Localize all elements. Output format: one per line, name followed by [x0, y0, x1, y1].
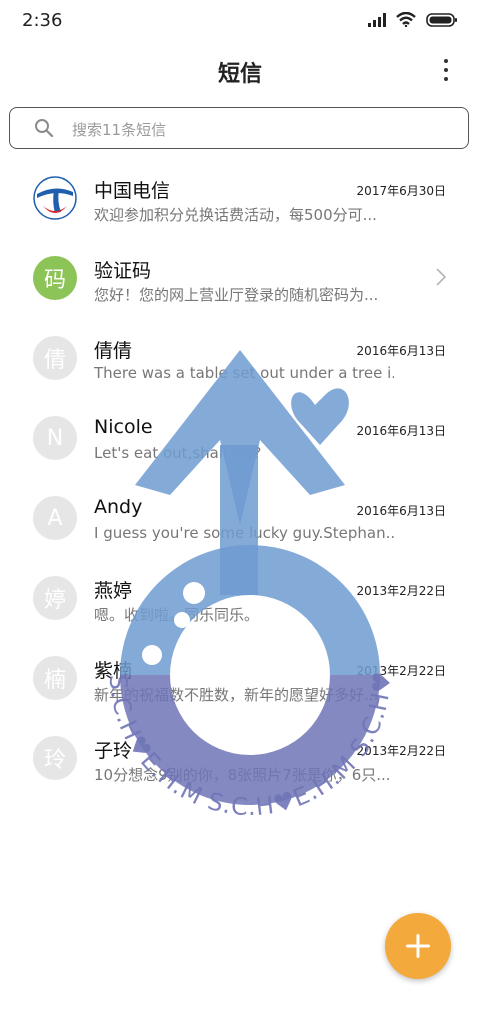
status-time: 2:36 — [22, 10, 63, 31]
conversation-item[interactable]: 中国电信 欢迎参加积分兑换话费活动，每500分可... 2017年6月30日 — [0, 160, 480, 240]
contact-name: 验证码 — [94, 260, 152, 282]
wifi-icon — [396, 12, 416, 27]
china-telecom-logo-icon — [33, 176, 77, 220]
avatar: 倩 — [33, 336, 77, 380]
conversation-item[interactable]: 玲 子玲 10分想念9别的你，8张照片7张是你，6只... 2013年2月22日 — [0, 720, 480, 800]
contact-name: Andy — [94, 496, 143, 518]
chevron-right-icon — [436, 268, 446, 286]
new-message-button[interactable] — [385, 913, 451, 979]
more-dot-icon — [444, 68, 448, 72]
contact-name: 子玲 — [94, 740, 133, 762]
message-date: 2017年6月30日 — [356, 184, 446, 198]
message-preview: 您好！您的网上营业厅登录的随机密码为... — [94, 286, 379, 304]
conversation-item[interactable]: N Nicole Let's eat out,shall we? 2016年6月… — [0, 400, 480, 480]
title-bar: 短信 — [0, 44, 480, 100]
more-dot-icon — [444, 59, 448, 63]
contact-name: 中国电信 — [94, 180, 171, 202]
conversation-item[interactable]: 码 验证码 您好！您的网上营业厅登录的随机密码为... — [0, 240, 480, 320]
message-preview: 嗯。收到啦。同乐同乐。 — [94, 606, 260, 624]
message-date: 2013年2月22日 — [356, 664, 446, 678]
more-options-button[interactable] — [436, 54, 456, 86]
message-date: 2013年2月22日 — [356, 744, 446, 758]
message-date: 2016年6月13日 — [356, 504, 446, 518]
plus-icon — [406, 934, 430, 958]
contact-name: Nicole — [94, 416, 153, 438]
conversation-item[interactable]: 倩 倩倩 There was a table set out under a t… — [0, 320, 480, 400]
conversation-item[interactable]: A Andy I guess you're some lucky guy.Ste… — [0, 480, 480, 560]
message-preview: 10分想念9别的你，8张照片7张是你，6只... — [94, 766, 391, 784]
page-title: 短信 — [217, 62, 262, 87]
avatar: 码 — [33, 256, 77, 300]
battery-icon — [426, 12, 457, 27]
avatar: N — [33, 416, 77, 460]
status-icons — [368, 12, 458, 27]
cellular-signal-icon — [368, 12, 386, 27]
avatar: 楠 — [33, 656, 77, 700]
avatar: 玲 — [33, 736, 77, 780]
message-preview: 新年的祝福数不胜数，新年的愿望好多好... — [94, 686, 379, 704]
avatar: A — [33, 496, 77, 540]
contact-name: 燕婷 — [94, 580, 133, 602]
conversation-item[interactable]: 楠 紫楠 新年的祝福数不胜数，新年的愿望好多好... 2013年2月22日 — [0, 640, 480, 720]
status-bar: 2:36 — [0, 0, 480, 44]
contact-name: 紫楠 — [94, 660, 133, 682]
message-date: 2013年2月22日 — [356, 584, 446, 598]
search-input[interactable]: 搜索11条短信 — [9, 107, 469, 149]
search-icon — [35, 119, 54, 138]
message-date: 2016年6月13日 — [356, 344, 446, 358]
message-preview: 欢迎参加积分兑换话费活动，每500分可... — [94, 206, 377, 224]
message-date: 2016年6月13日 — [356, 424, 446, 438]
message-preview: There was a table set out under a tree i… — [94, 364, 394, 382]
message-preview: Let's eat out,shall we? — [94, 444, 262, 462]
contact-name: 倩倩 — [94, 340, 133, 362]
conversation-item[interactable]: 婷 燕婷 嗯。收到啦。同乐同乐。 2013年2月22日 — [0, 560, 480, 640]
conversation-list: 中国电信 欢迎参加积分兑换话费活动，每500分可... 2017年6月30日 码… — [0, 160, 480, 800]
message-preview: I guess you're some lucky guy.Stephan... — [94, 524, 394, 542]
avatar: 婷 — [33, 576, 77, 620]
more-dot-icon — [444, 77, 448, 81]
search-placeholder: 搜索11条短信 — [72, 121, 167, 139]
